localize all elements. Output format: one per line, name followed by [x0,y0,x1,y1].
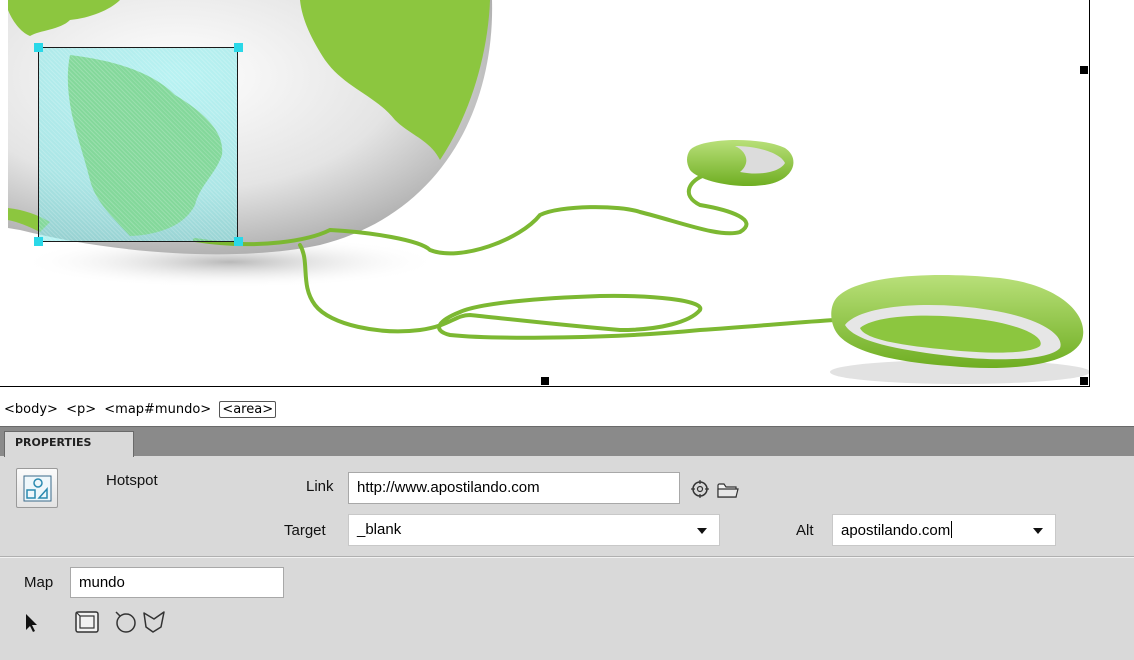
element-type-label: Hotspot [106,472,158,489]
tag-selector-bar: <body> <p> <map#mundo> <area> [0,398,1134,426]
tag-p[interactable]: <p> [66,402,96,417]
chevron-down-icon [697,528,707,534]
text-cursor [951,521,953,538]
target-label: Target [284,522,326,539]
map-name-input[interactable]: mundo [70,567,284,598]
panel-tab-bar: PROPERTIES [0,426,1134,457]
circle-hotspot-tool-icon[interactable] [113,609,139,635]
chevron-down-icon [1033,528,1043,534]
point-to-file-icon[interactable] [690,479,710,499]
target-value: _blank [357,521,402,538]
tag-area-active[interactable]: <area> [219,401,277,418]
alt-combobox[interactable]: apostilando.com [832,514,1056,546]
hotspot-handle-bottom-right[interactable] [234,237,243,246]
design-canvas[interactable] [0,0,1134,395]
map-label: Map [24,574,54,591]
tag-body[interactable]: <body> [4,402,58,417]
image-resize-handle-bottom[interactable] [541,377,549,385]
link-input[interactable]: http://www.apostilando.com [348,472,680,504]
image-right-edge [1089,0,1090,387]
image-resize-handle-corner[interactable] [1080,377,1088,385]
properties-panel: PROPERTIES Hotspot Link http://www.apost… [0,426,1134,660]
image-bottom-edge [0,386,1090,387]
target-select[interactable]: _blank [348,514,720,546]
hotspot-icon [16,468,58,508]
rectangle-hotspot[interactable] [38,47,238,242]
tag-map[interactable]: <map#mundo> [104,402,211,417]
panel-divider-highlight [0,557,1134,558]
browse-folder-icon[interactable] [716,480,740,500]
image-resize-handle-right[interactable] [1080,66,1088,74]
alt-value: apostilando.com [841,522,951,539]
tab-properties[interactable]: PROPERTIES [4,431,134,457]
hotspot-handle-bottom-left[interactable] [34,237,43,246]
link-label: Link [306,478,334,495]
pointer-hotspot-tool-icon[interactable] [22,612,40,634]
alt-label: Alt [796,522,814,539]
polygon-hotspot-tool-icon[interactable] [141,609,167,635]
hotspot-handle-top-left[interactable] [34,43,43,52]
rectangle-hotspot-tool-icon[interactable] [74,610,102,636]
hotspot-handle-top-right[interactable] [234,43,243,52]
